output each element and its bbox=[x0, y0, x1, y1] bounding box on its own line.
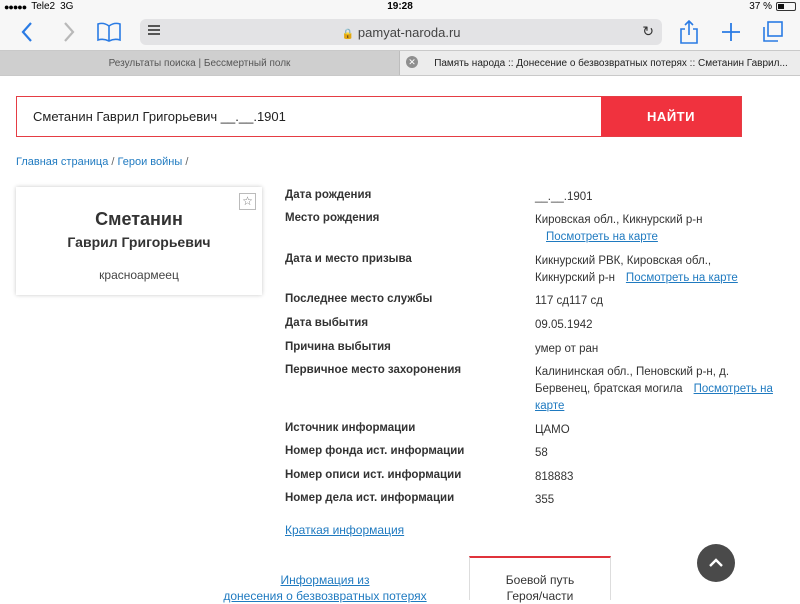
tab-info-from-report[interactable]: Информация из донесения о безвозвратных … bbox=[220, 572, 430, 604]
breadcrumb-separator: / bbox=[185, 156, 189, 168]
breadcrumb-separator: / bbox=[111, 156, 115, 168]
url-host: pamyat-naroda.ru bbox=[357, 24, 461, 40]
tab-label: Память народа :: Донесение о безвозвратн… bbox=[434, 57, 788, 69]
person-rank: красноармеец bbox=[99, 268, 179, 282]
menu-icon[interactable] bbox=[148, 25, 160, 37]
person-card: ☆ Сметанин Гаврил Григорьевич красноарме… bbox=[16, 187, 262, 295]
detail-value: Кировская обл., Кикнурский р-н bbox=[535, 214, 703, 226]
search-form: НАЙТИ bbox=[16, 96, 742, 137]
tab-label: Информация из bbox=[280, 573, 370, 587]
reload-icon[interactable]: ↻ bbox=[642, 23, 654, 40]
detail-value: 117 сд117 сд bbox=[535, 295, 603, 307]
brief-info-link[interactable]: Краткая информация bbox=[285, 523, 404, 537]
tab-label: донесения о безвозвратных потерях bbox=[223, 589, 427, 603]
close-tab-icon[interactable]: ✕ bbox=[406, 56, 418, 68]
map-link[interactable]: Посмотреть на карте bbox=[535, 231, 658, 243]
new-tab-icon[interactable] bbox=[718, 19, 744, 45]
tab-strip: Результаты поиска | Бессмертный полк ✕ П… bbox=[0, 50, 800, 76]
forward-icon[interactable] bbox=[56, 19, 82, 45]
tab-search-results[interactable]: Результаты поиска | Бессмертный полк bbox=[0, 51, 400, 75]
detail-label: Источник информации bbox=[285, 422, 416, 434]
detail-label: Место рождения bbox=[285, 212, 380, 224]
detail-value: умер от ран bbox=[535, 343, 599, 355]
detail-value: 818883 bbox=[535, 471, 574, 483]
chevron-up-icon bbox=[709, 558, 723, 567]
detail-label: Номер описи ист. информации bbox=[285, 469, 462, 481]
person-surname: Сметанин bbox=[95, 209, 183, 229]
battery-icon bbox=[776, 2, 796, 11]
breadcrumb-home-link[interactable]: Главная страница bbox=[16, 156, 108, 168]
battery-percent: 37 % bbox=[749, 1, 772, 12]
detail-label: Первичное место захоронения bbox=[285, 364, 462, 376]
browser-toolbar: 🔒 pamyat-naroda.ru ↻ bbox=[0, 14, 800, 50]
url-bar[interactable]: 🔒 pamyat-naroda.ru ↻ bbox=[140, 19, 662, 45]
bookmarks-icon[interactable] bbox=[96, 19, 122, 45]
search-input[interactable] bbox=[17, 97, 601, 136]
share-icon[interactable] bbox=[676, 19, 702, 45]
detail-label: Дата и место призыва bbox=[285, 253, 412, 265]
detail-value: 58 bbox=[535, 447, 548, 459]
detail-label: Причина выбытия bbox=[285, 341, 391, 353]
detail-label: Дата выбытия bbox=[285, 317, 369, 329]
detail-value: 09.05.1942 bbox=[535, 319, 593, 331]
scroll-top-button[interactable] bbox=[697, 544, 735, 582]
tab-label: Результаты поиска | Бессмертный полк bbox=[108, 57, 291, 69]
tab-battle-path[interactable]: Боевой путь Героя/части bbox=[469, 556, 611, 603]
tab-current-page[interactable]: ✕ Память народа :: Донесение о безвозвра… bbox=[400, 51, 800, 75]
detail-value: __.__.1901 bbox=[535, 191, 593, 203]
clock: 19:28 bbox=[387, 1, 413, 12]
detail-label: Номер фонда ист. информации bbox=[285, 445, 465, 457]
breadcrumb: Главная страница / Герои войны / bbox=[16, 156, 188, 168]
detail-label: Последнее место службы bbox=[285, 293, 433, 305]
star-icon[interactable]: ☆ bbox=[239, 193, 256, 210]
detail-label: Номер дела ист. информации bbox=[285, 492, 455, 504]
tab-label: Боевой путь bbox=[505, 573, 575, 587]
search-button[interactable]: НАЙТИ bbox=[601, 97, 741, 136]
back-icon[interactable] bbox=[14, 19, 40, 45]
tabs-icon[interactable] bbox=[760, 19, 786, 45]
detail-label: Дата рождения bbox=[285, 189, 372, 201]
person-given-names: Гаврил Григорьевич bbox=[67, 234, 211, 250]
lock-icon: 🔒 bbox=[341, 28, 354, 40]
tab-label: Героя/части bbox=[506, 589, 574, 603]
breadcrumb-heroes-link[interactable]: Герои войны bbox=[118, 156, 183, 168]
map-link[interactable]: Посмотреть на карте bbox=[615, 272, 738, 284]
detail-value: ЦАМО bbox=[535, 424, 570, 436]
detail-value: 355 bbox=[535, 494, 555, 506]
status-bar: ●●●●● Tele2 3G 19:28 37 % bbox=[0, 0, 800, 14]
